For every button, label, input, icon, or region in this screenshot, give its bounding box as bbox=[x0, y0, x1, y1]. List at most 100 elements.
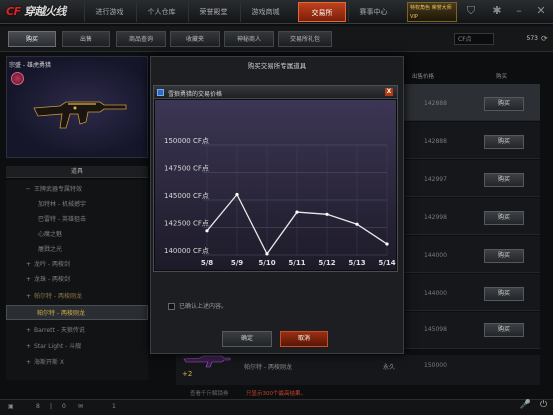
item-name: 帕尔特 - 两棱刚龙 bbox=[244, 364, 292, 371]
y-tick-label: 142500 CF点 bbox=[164, 220, 209, 228]
tree-item-selected[interactable]: 帕尔特 - 两棱刚龙 bbox=[6, 305, 148, 320]
confirm-label: 已确认上述内容。 bbox=[179, 303, 228, 310]
nav-tab-exchange[interactable]: 交易所 bbox=[298, 2, 346, 22]
buy-button[interactable]: 购买 bbox=[484, 135, 524, 149]
data-point bbox=[325, 212, 329, 216]
rank-badge-icon bbox=[11, 72, 24, 85]
game-logo: CF 穿越火线 bbox=[6, 5, 66, 18]
settings-icon[interactable]: ✱ bbox=[490, 4, 504, 18]
tree-item[interactable]: + 龙珠 - 两棱剑 bbox=[6, 272, 148, 287]
buy-button[interactable]: 购买 bbox=[484, 323, 524, 337]
tree-header: 道具 bbox=[6, 166, 148, 178]
y-tick-label: 150000 CF点 bbox=[164, 137, 209, 145]
buy-button[interactable]: 购买 bbox=[484, 173, 524, 187]
modal-title: 购买交易所专属道具 bbox=[247, 62, 307, 70]
tab-item-search[interactable]: 商品查询 bbox=[116, 31, 166, 47]
status-count-1: 8 bbox=[36, 403, 40, 410]
tree-item[interactable]: 巴雷特 - 英雄狙击 bbox=[6, 212, 148, 227]
category-tree: ─ 王牌武器专属特效 加特林 - 机械撼宇 巴雷特 - 英雄狙击 心魔之魅 屠戮之… bbox=[6, 180, 148, 380]
y-tick-label: 145000 CF点 bbox=[164, 192, 209, 200]
chart-title: 雪狼勇猎的交易价格 bbox=[168, 91, 223, 98]
price-line-chart: 150000 CF点 147500 CF点 145000 CF点 142500 CF点… bbox=[155, 100, 396, 270]
x-tick-label: 5/11 bbox=[288, 259, 305, 267]
tree-item[interactable]: 心魔之魅 bbox=[6, 227, 148, 242]
x-tick-label: 5/10 bbox=[258, 259, 275, 267]
tree-item[interactable]: 屠戮之光 bbox=[6, 242, 148, 257]
tree-item[interactable]: + 帕尔特 - 两棱刚龙 bbox=[6, 289, 148, 304]
buy-button[interactable]: 购买 bbox=[484, 97, 524, 111]
price-value: 144000 bbox=[424, 252, 447, 259]
nav-tab-events[interactable]: 赛事中心 bbox=[348, 2, 398, 22]
cf-points-field[interactable]: CF点 bbox=[454, 33, 494, 45]
tab-mystery-merchant[interactable]: 神秘商人 bbox=[224, 31, 274, 47]
data-point bbox=[385, 242, 389, 246]
buy-button[interactable]: 购买 bbox=[484, 287, 524, 301]
x-tick-label: 5/8 bbox=[201, 259, 213, 267]
tree-item[interactable]: + Star Light - 斗舰 bbox=[6, 339, 148, 354]
confirm-row[interactable]: 已确认上述内容。 bbox=[168, 301, 227, 310]
price-value: 144000 bbox=[424, 290, 447, 297]
price-value: 142888 bbox=[424, 100, 447, 107]
user-badge[interactable]: 特权角色 荣誉大师 VIP bbox=[407, 2, 457, 22]
tree-item[interactable]: 加特林 - 机械撼宇 bbox=[6, 197, 148, 212]
data-point bbox=[205, 229, 209, 233]
refresh-icon[interactable]: ⟳ bbox=[541, 33, 551, 45]
price-value: 142997 bbox=[424, 176, 447, 183]
chat-icon[interactable]: ✉ bbox=[78, 403, 83, 410]
cf-balance: 573 bbox=[526, 35, 538, 42]
enhance-level: +2 bbox=[182, 370, 193, 378]
close-icon[interactable]: ✕ bbox=[534, 4, 548, 18]
x-tick-label: 5/9 bbox=[231, 259, 243, 267]
price-value: 145098 bbox=[424, 326, 447, 333]
tree-item[interactable]: + 龙吟 - 两棱剑 bbox=[6, 257, 148, 272]
table-header: 出售价格 购买 bbox=[412, 72, 540, 82]
rifle-image bbox=[33, 101, 127, 129]
price-value: 142888 bbox=[424, 138, 447, 145]
confirm-checkbox[interactable] bbox=[168, 303, 175, 310]
ok-button[interactable]: 确定 bbox=[222, 331, 272, 347]
y-tick-label: 140000 CF点 bbox=[164, 247, 209, 255]
data-point bbox=[235, 192, 239, 197]
weapon-thumbnail bbox=[183, 355, 231, 368]
tab-favorites[interactable]: 收藏夹 bbox=[170, 31, 220, 47]
cancel-button[interactable]: 取消 bbox=[280, 331, 328, 347]
data-point bbox=[355, 222, 359, 226]
chart-window-icon bbox=[157, 89, 164, 96]
tab-sell[interactable]: 出售 bbox=[62, 31, 110, 47]
minimize-icon[interactable]: – bbox=[512, 4, 526, 18]
chart-background bbox=[155, 100, 396, 270]
nav-tab-play[interactable]: 进行游戏 bbox=[84, 2, 134, 22]
nav-tab-inventory[interactable]: 个人仓库 bbox=[136, 2, 186, 22]
microphone-icon[interactable]: 🎤 bbox=[519, 400, 532, 413]
result-limit-note: 只显示300个最高结果。 bbox=[246, 391, 306, 397]
power-icon[interactable]: ⏻ bbox=[537, 400, 550, 413]
close-icon[interactable]: X bbox=[385, 88, 393, 96]
price-value: 150000 bbox=[424, 362, 447, 369]
preview-title: 宗盛 - 雄虎勇猎 bbox=[9, 62, 51, 69]
price-column-header: 出售价格 bbox=[412, 74, 435, 80]
x-tick-label: 5/14 bbox=[378, 259, 395, 267]
status-count-3: 1 bbox=[112, 403, 116, 410]
tab-buy[interactable]: 购买 bbox=[8, 31, 56, 47]
tab-exchange-pack[interactable]: 交易所礼包 bbox=[278, 31, 332, 47]
tree-item[interactable]: ─ 王牌武器专属特效 bbox=[6, 182, 148, 197]
buy-button[interactable]: 购买 bbox=[484, 249, 524, 263]
data-point bbox=[295, 210, 299, 214]
unlock-link[interactable]: 查看千斤解锁券 bbox=[190, 389, 229, 397]
buy-column-header: 购买 bbox=[496, 74, 508, 80]
item-duration: 永久 bbox=[383, 364, 396, 371]
nav-tab-shop[interactable]: 游戏商城 bbox=[240, 2, 290, 22]
tree-item[interactable]: + 海斯开斯 X bbox=[6, 355, 148, 370]
nav-tab-honor[interactable]: 荣誉殿堂 bbox=[188, 2, 238, 22]
data-point bbox=[265, 252, 269, 256]
buy-button[interactable]: 购买 bbox=[484, 211, 524, 225]
status-divider: | bbox=[50, 403, 53, 410]
shield-icon[interactable]: ⛉ bbox=[464, 4, 478, 18]
price-value: 142998 bbox=[424, 214, 447, 221]
tree-item[interactable]: + Barrett - 天狼传说 bbox=[6, 323, 148, 338]
y-tick-label: 147500 CF点 bbox=[164, 165, 209, 173]
status-count-2: 0 bbox=[62, 403, 66, 410]
x-tick-label: 5/12 bbox=[318, 259, 335, 267]
x-tick-label: 5/13 bbox=[348, 259, 365, 267]
camera-icon[interactable]: ▣ bbox=[8, 403, 14, 410]
